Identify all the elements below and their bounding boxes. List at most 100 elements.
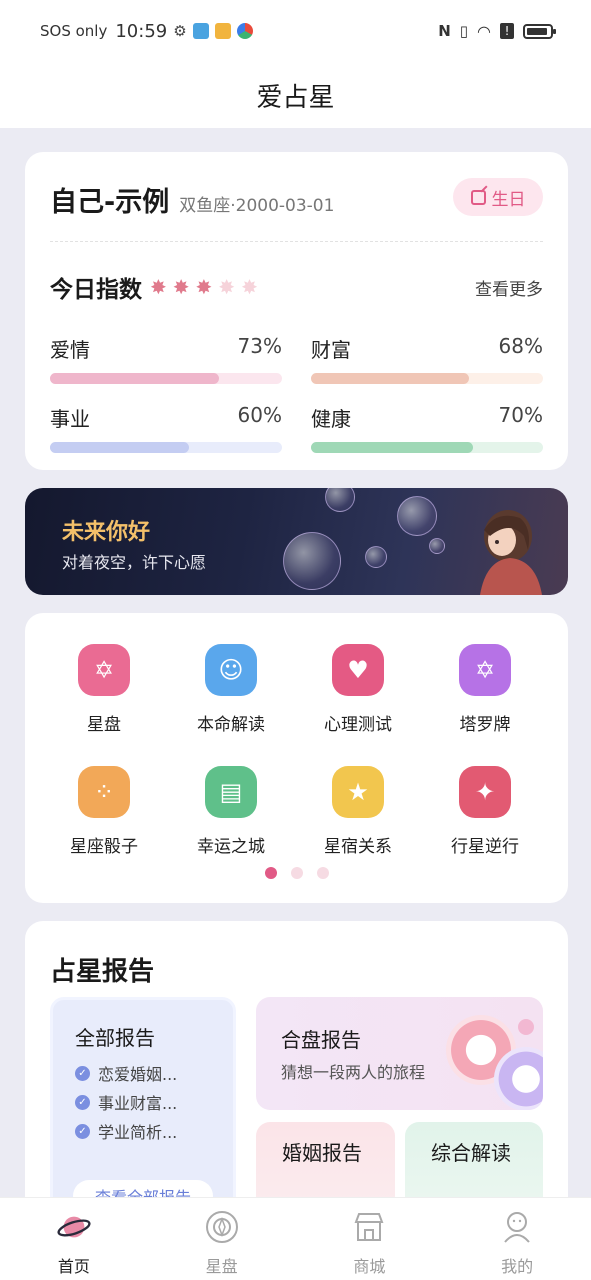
banner-subtitle: 对着夜空，许下心愿	[62, 553, 207, 572]
bubble-decoration	[429, 538, 445, 554]
building-icon: ▤	[205, 766, 257, 818]
nav-shop[interactable]: 商城	[296, 1198, 444, 1280]
metric-value: 73%	[237, 334, 282, 358]
birthday-button-label: 生日	[491, 189, 526, 210]
clock: 10:59	[115, 20, 168, 42]
tool-item[interactable]: ✦ 行星逆行	[425, 766, 545, 857]
banner-title: 未来你好	[62, 520, 151, 545]
smiling-star-icon: ★	[332, 766, 384, 818]
profile-name[interactable]: 自己-示例	[50, 180, 169, 219]
dice-icon: ⁘	[78, 766, 130, 818]
page-title: 爱占星	[0, 62, 591, 128]
birthday-button[interactable]: 生日	[453, 178, 543, 216]
tool-label: 行星逆行	[451, 837, 519, 857]
bubble-decoration	[283, 532, 341, 590]
tool-label: 心理测试	[324, 715, 392, 735]
metric-label: 财富	[311, 338, 351, 362]
progress-fill	[311, 373, 469, 384]
check-icon: ✓	[75, 1123, 90, 1139]
synastry-report-card[interactable]: 合盘报告 猜想一段两人的旅程	[256, 997, 543, 1110]
star-icon: ✸	[241, 275, 258, 299]
tool-label: 星盘	[87, 715, 121, 735]
all-reports-title: 全部报告	[75, 1026, 155, 1050]
metric-career: 事业 60%	[50, 403, 282, 453]
carrier-text: SOS only	[40, 22, 108, 40]
browser-notification-icon	[236, 23, 253, 39]
nav-label: 星盘	[205, 1257, 238, 1276]
profile-card: 自己-示例 双鱼座·2000-03-01 生日 今日指数 ✸ ✸ ✸ ✸ ✸ 查看更多 …	[25, 152, 568, 470]
status-bar: SOS only 10:59 ⚙ N ▯ ◠ !	[0, 0, 591, 62]
bottom-nav: 首页 星盘 商城 我的	[0, 1197, 591, 1280]
report-list-item: ✓ 事业财富...	[75, 1090, 177, 1114]
tool-label: 本命解读	[197, 715, 265, 735]
metric-value: 60%	[237, 403, 282, 427]
battery-icon	[523, 23, 556, 39]
report-item-label: 恋爱婚姻...	[98, 1065, 178, 1084]
astrolabe-icon	[205, 1210, 239, 1244]
bubble-decoration	[397, 496, 437, 536]
metric-value: 70%	[498, 403, 543, 427]
tool-label: 塔罗牌	[459, 715, 511, 735]
report-list-item: ✓ 学业简析...	[75, 1119, 177, 1143]
tool-item[interactable]: ★ 星宿关系	[298, 766, 418, 857]
page-dot[interactable]	[290, 867, 303, 879]
tarot-star-icon: ✡	[459, 644, 511, 696]
page-dot[interactable]	[316, 867, 329, 879]
tool-item[interactable]: ✡ 星盘	[44, 644, 164, 735]
tool-item[interactable]: ⁘ 星座骰子	[44, 766, 164, 857]
synastry-subtitle: 猜想一段两人的旅程	[281, 1063, 426, 1082]
nav-home[interactable]: 首页	[0, 1198, 148, 1280]
wallet-notification-icon	[214, 23, 231, 39]
user-icon	[500, 1210, 534, 1244]
metric-label: 爱情	[50, 338, 90, 362]
bubble-decoration	[325, 488, 355, 512]
view-more-link[interactable]: 查看更多	[475, 275, 543, 300]
alert-icon: !	[500, 23, 514, 39]
rating-stars: ✸ ✸ ✸ ✸ ✸	[150, 277, 258, 297]
tools-card: ✡ 星盘 ☺ 本命解读 ♥ 心理测试 ✡ 塔罗牌 ⁘ 星座骰子 ▤ 幸运之城 ★ 星宿关系 ✦ 行星逆行	[25, 613, 568, 903]
today-index-title: 今日指数	[50, 277, 142, 303]
girl-illustration	[480, 510, 542, 595]
gear-icon: ⚙	[173, 22, 187, 40]
nav-label: 商城	[353, 1257, 386, 1276]
progress-fill	[50, 373, 220, 384]
star-icon: ✸	[172, 275, 190, 299]
check-icon: ✓	[75, 1094, 90, 1110]
edit-icon	[470, 189, 486, 205]
tool-item[interactable]: ☺ 本命解读	[171, 644, 291, 735]
report-item-label: 学业简析...	[98, 1123, 178, 1142]
wish-banner[interactable]: 未来你好 对着夜空，许下心愿	[25, 488, 568, 595]
nfc-icon: N	[438, 22, 451, 40]
star-icon: ✸	[195, 275, 213, 299]
bubble-decoration	[365, 546, 387, 568]
wifi-icon: ◠	[477, 21, 491, 41]
planet-icon	[57, 1210, 91, 1244]
report-item-label: 事业财富...	[98, 1094, 178, 1113]
profile-sign-date: 双鱼座·2000-03-01	[179, 196, 335, 216]
tool-item[interactable]: ▤ 幸运之城	[171, 766, 291, 857]
synastry-title: 合盘报告	[281, 1028, 361, 1052]
metric-label: 事业	[50, 407, 90, 431]
progress-fill	[311, 442, 474, 453]
nav-profile[interactable]: 我的	[443, 1198, 591, 1280]
nav-astrolabe[interactable]: 星盘	[148, 1198, 296, 1280]
check-icon: ✓	[75, 1065, 90, 1081]
all-reports-card[interactable]: 全部报告 ✓恋爱婚姻... ✓事业财富... ✓学业简析... 查看全部报告	[50, 997, 236, 1227]
metric-value: 68%	[498, 334, 543, 358]
plus-icon	[518, 1019, 534, 1035]
progress-track	[50, 373, 282, 384]
tool-label: 星座骰子	[70, 837, 138, 857]
page-dot[interactable]	[264, 867, 277, 879]
tool-item[interactable]: ♥ 心理测试	[298, 644, 418, 735]
reports-card: 占星报告 全部报告 ✓恋爱婚姻... ✓事业财富... ✓学业简析... 查看全…	[25, 921, 568, 1232]
report-list-item: ✓ 恋爱婚姻...	[75, 1061, 177, 1085]
shop-icon	[352, 1210, 386, 1244]
person-card-icon: ☺	[205, 644, 257, 696]
tool-item[interactable]: ✡ 塔罗牌	[425, 644, 545, 735]
progress-fill	[50, 442, 190, 453]
metric-health: 健康 70%	[311, 403, 543, 453]
app-notification-icon	[192, 23, 209, 39]
heart-icon: ♥	[332, 644, 384, 696]
star-icon: ✸	[218, 275, 236, 299]
progress-track	[50, 442, 282, 453]
